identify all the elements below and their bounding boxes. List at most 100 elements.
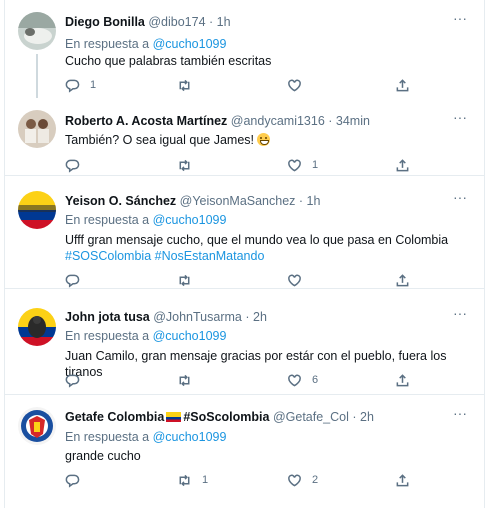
more-icon[interactable]: ··· xyxy=(452,190,468,204)
share-button[interactable] xyxy=(395,372,410,388)
tweet-getafe-colombia[interactable]: Getafe Colombia #SoScolombia @Getafe_Col … xyxy=(5,396,484,508)
tweet-roberto-acosta[interactable]: Roberto A. Acosta Martínez @andycami1316… xyxy=(5,92,484,176)
reply-mention[interactable]: @cucho1099 xyxy=(153,37,227,51)
tweet-text-content: Ufff gran mensaje cucho, que el mundo ve… xyxy=(65,233,449,247)
reply-button[interactable]: 1 xyxy=(65,77,96,93)
share-button[interactable] xyxy=(395,472,410,488)
like-icon xyxy=(288,159,301,172)
share-icon xyxy=(396,473,409,486)
retweet-count: 1 xyxy=(202,474,209,486)
hashtags[interactable]: #SOSColombia #NosEstanMatando xyxy=(65,248,462,264)
retweet-icon xyxy=(179,374,190,386)
user-handle[interactable]: @dibo174 xyxy=(148,15,205,29)
user-handle[interactable]: @andycami1316 xyxy=(231,114,325,128)
tweet-actions: 1 xyxy=(65,157,409,173)
share-icon xyxy=(396,158,409,171)
like-icon xyxy=(288,79,301,92)
display-name[interactable]: Yeison O. Sánchez xyxy=(65,194,176,208)
tweet-text: grande cucho xyxy=(65,449,141,463)
reply-mention[interactable]: @cucho1099 xyxy=(153,329,227,343)
share-icon xyxy=(396,273,409,286)
reply-mention[interactable]: @cucho1099 xyxy=(153,430,227,444)
like-button[interactable] xyxy=(287,77,312,93)
display-name-suffix[interactable]: #SoScolombia xyxy=(183,410,269,424)
reply-icon xyxy=(65,374,80,388)
tweet-diego-bonilla[interactable]: Diego Bonilla @dibo174 · 1h ··· En respu… xyxy=(5,0,484,98)
retweet-button[interactable] xyxy=(177,77,202,93)
reply-prefix: En respuesta a xyxy=(65,213,150,227)
reply-icon xyxy=(65,474,80,488)
user-handle[interactable]: @Getafe_Col xyxy=(273,410,349,424)
avatar[interactable] xyxy=(18,191,56,229)
retweet-button[interactable] xyxy=(177,372,202,388)
reply-icon xyxy=(65,79,80,93)
tweet-header: Yeison O. Sánchez @YeisonMaSanchez · 1h xyxy=(65,194,444,208)
tweet-header: Getafe Colombia #SoScolombia @Getafe_Col … xyxy=(65,410,444,424)
tweet-text: También? O sea igual que James! xyxy=(65,132,462,148)
timestamp[interactable]: · 1h xyxy=(299,194,321,208)
tweet-actions: 6 xyxy=(65,372,409,388)
display-name[interactable]: John jota tusa xyxy=(65,310,150,324)
reply-context: En respuesta a @cucho1099 xyxy=(65,37,226,51)
tweet-john-jota-tusa[interactable]: John jota tusa @JohnTusarma · 2h ··· En … xyxy=(5,290,484,395)
reply-icon xyxy=(65,159,80,173)
avatar[interactable] xyxy=(18,12,56,50)
like-count: 1 xyxy=(312,159,319,171)
avatar[interactable] xyxy=(18,407,56,445)
more-icon[interactable]: ··· xyxy=(452,306,468,320)
timestamp[interactable]: · 2h xyxy=(245,310,267,324)
like-icon xyxy=(288,374,301,387)
share-button[interactable] xyxy=(395,157,410,173)
reply-context: En respuesta a @cucho1099 xyxy=(65,430,226,444)
like-button[interactable]: 1 xyxy=(287,157,318,173)
retweet-icon xyxy=(179,79,190,91)
user-handle[interactable]: @YeisonMaSanchez xyxy=(180,194,296,208)
avatar[interactable] xyxy=(18,110,56,148)
tweet-actions: 1 2 xyxy=(65,472,409,488)
like-button[interactable]: 2 xyxy=(287,472,318,488)
reply-context: En respuesta a @cucho1099 xyxy=(65,329,226,343)
more-icon[interactable]: ··· xyxy=(452,11,468,25)
reply-button[interactable] xyxy=(65,472,90,488)
reply-prefix: En respuesta a xyxy=(65,430,150,444)
reply-prefix: En respuesta a xyxy=(65,37,150,51)
tweet-text: Ufff gran mensaje cucho, que el mundo ve… xyxy=(65,232,462,264)
like-icon xyxy=(288,274,301,287)
reply-count: 1 xyxy=(90,79,97,91)
tweet-yeison-sanchez[interactable]: Yeison O. Sánchez @YeisonMaSanchez · 1h … xyxy=(5,177,484,289)
reply-button[interactable] xyxy=(65,157,90,173)
reply-prefix: En respuesta a xyxy=(65,329,150,343)
reply-button[interactable] xyxy=(65,272,90,288)
more-icon[interactable]: ··· xyxy=(452,406,468,420)
timestamp[interactable]: · 2h xyxy=(352,410,374,424)
more-icon[interactable]: ··· xyxy=(452,110,468,124)
reply-icon xyxy=(65,274,80,288)
display-name[interactable]: Roberto A. Acosta Martínez xyxy=(65,114,227,128)
retweet-icon xyxy=(179,474,190,486)
share-icon xyxy=(396,373,409,386)
tweet-text-content: También? O sea igual que James! xyxy=(65,133,254,147)
retweet-button[interactable]: 1 xyxy=(177,472,208,488)
timestamp[interactable]: · 1h xyxy=(209,15,231,29)
display-name[interactable]: Diego Bonilla xyxy=(65,15,145,29)
like-count: 6 xyxy=(312,374,319,386)
user-handle[interactable]: @JohnTusarma xyxy=(153,310,242,324)
share-button[interactable] xyxy=(395,272,410,288)
tweet-actions: 1 xyxy=(65,77,409,93)
like-button[interactable] xyxy=(287,272,312,288)
share-button[interactable] xyxy=(395,77,410,93)
avatar[interactable] xyxy=(18,308,56,346)
colombia-flag-icon xyxy=(166,411,182,422)
display-name[interactable]: Getafe Colombia xyxy=(65,410,164,424)
retweet-icon xyxy=(179,274,190,286)
reply-context: En respuesta a @cucho1099 xyxy=(65,213,226,227)
timestamp[interactable]: · 34min xyxy=(328,114,370,128)
retweet-button[interactable] xyxy=(177,272,202,288)
tweet-header: Diego Bonilla @dibo174 · 1h xyxy=(65,15,444,29)
tweet-header: John jota tusa @JohnTusarma · 2h xyxy=(65,310,444,324)
reply-button[interactable] xyxy=(65,372,90,388)
like-button[interactable]: 6 xyxy=(287,372,318,388)
retweet-button[interactable] xyxy=(177,157,202,173)
reply-mention[interactable]: @cucho1099 xyxy=(153,213,227,227)
share-icon xyxy=(396,78,409,91)
